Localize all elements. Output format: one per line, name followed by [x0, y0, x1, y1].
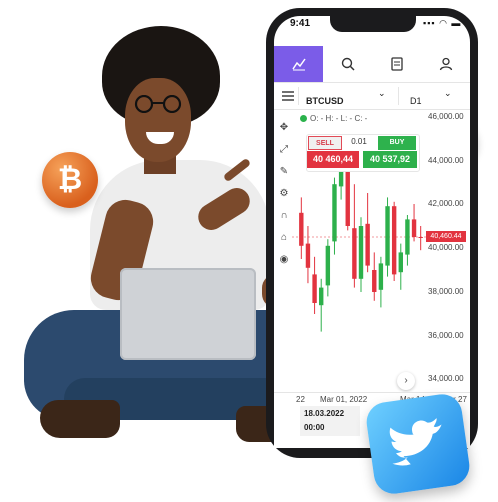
laptop [120, 268, 256, 360]
price-axis-label: 42,000.00 [428, 199, 464, 208]
lock-tool-icon[interactable]: ⌂ [276, 230, 292, 246]
candle-body [299, 212, 304, 246]
crosshair-date-tooltip: 18.03.2022 00:00 [300, 406, 360, 436]
drawing-toolbar: ✥ ⤢ ✎ ⚙ ∩ ⌂ ◉ [276, 116, 292, 396]
tab-search[interactable] [323, 46, 372, 82]
divider [398, 87, 399, 105]
candle-body [398, 252, 403, 273]
spread-value: 0.01 [351, 137, 367, 146]
bitcoin-coin-icon: ₿ [42, 152, 98, 208]
eye-tool-icon[interactable]: ◉ [276, 252, 292, 268]
person-left-shoe [40, 400, 120, 438]
symbol-name: BTCUSD [306, 96, 344, 106]
chevron-down-icon: ⌄ [378, 88, 386, 98]
pencil-tool-icon[interactable]: ✎ [276, 164, 292, 180]
scroll-right-button[interactable]: › [397, 372, 415, 390]
top-tab-bar [274, 46, 470, 83]
crosshair-date: 18.03.2022 [304, 409, 345, 418]
divider [298, 87, 299, 105]
candle-body [332, 184, 337, 242]
timeframe-value: D1 [410, 96, 422, 106]
price-axis-label: 40,000.00 [428, 243, 464, 252]
symbol-selector[interactable]: BTCUSD [306, 91, 344, 109]
crosshair-tool-icon[interactable]: ✥ [276, 120, 292, 136]
magnifier-dollar-icon [341, 57, 355, 71]
candle-body [405, 219, 410, 255]
timeframe-selector[interactable]: D1 [410, 91, 422, 109]
chevron-down-icon: ⌄ [444, 88, 452, 98]
price-axis-label: 36,000.00 [428, 331, 464, 340]
price-axis: 46,000.00 44,000.00 42,000.00 40,000.00 … [426, 110, 470, 392]
candle-body [385, 206, 390, 266]
tab-orders[interactable] [372, 46, 421, 82]
candle-body [365, 223, 370, 266]
price-axis-label: 38,000.00 [428, 287, 464, 296]
candle-body [411, 219, 417, 237]
date-axis-label: Mar 01, 2022 [320, 395, 368, 404]
price-axis-label: 44,000.00 [428, 156, 464, 165]
status-time: 9:41 [290, 18, 311, 29]
buy-label[interactable]: BUY [378, 136, 416, 150]
twitter-bird-icon [389, 418, 442, 466]
symbol-bar: BTCUSD ⌄ D1 ⌄ [274, 83, 470, 110]
chart-line-icon [291, 58, 306, 71]
glasses-icon [134, 95, 182, 113]
hamburger-icon[interactable] [282, 91, 294, 101]
candle-body [312, 274, 317, 303]
price-axis-label: 34,000.00 [428, 374, 464, 383]
candle-body [352, 228, 357, 279]
candle-body [372, 270, 377, 292]
sell-button[interactable]: 40 460,44 [307, 151, 359, 168]
candle-body [378, 263, 384, 290]
user-icon [439, 57, 452, 71]
settings-tool-icon[interactable]: ⚙ [276, 186, 292, 202]
price-axis-label: 46,000.00 [428, 112, 464, 121]
date-axis-label: 22 [296, 395, 305, 404]
buy-button[interactable]: 40 537,92 [363, 151, 417, 168]
tab-chart[interactable] [274, 46, 323, 82]
status-icons: ▪▪▪ ◠ ▬ [423, 18, 462, 28]
crosshair-time: 00:00 [304, 423, 325, 432]
tab-profile[interactable] [421, 46, 470, 82]
candle-body [305, 243, 311, 268]
candle-body [325, 245, 331, 286]
candle-body [391, 206, 397, 275]
document-icon [390, 57, 403, 71]
phone-notch [330, 16, 416, 32]
trendline-tool-icon[interactable]: ⤢ [276, 142, 292, 158]
candle-body [319, 287, 324, 306]
magnet-tool-icon[interactable]: ∩ [276, 208, 292, 224]
twitter-badge [364, 391, 472, 497]
current-price-tag: 40,460.44 [426, 231, 466, 242]
sell-label[interactable]: SELL [308, 136, 342, 150]
person-face [125, 78, 191, 162]
candle-body [358, 226, 364, 279]
candle-body [418, 237, 423, 238]
